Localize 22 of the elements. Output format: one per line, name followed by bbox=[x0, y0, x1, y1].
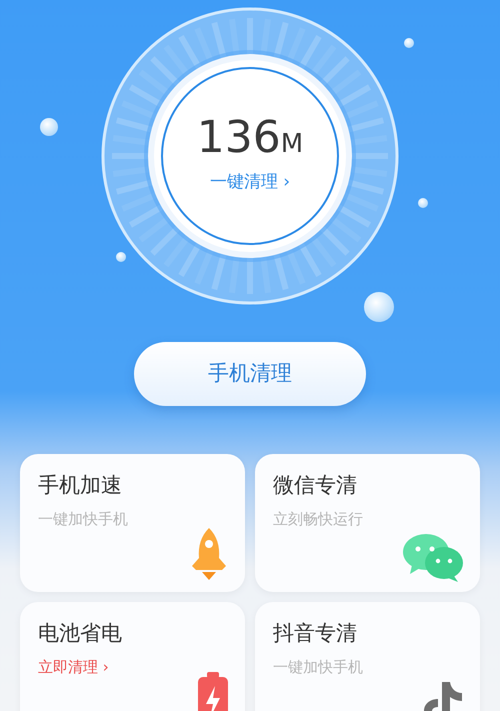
chat-icon bbox=[402, 532, 464, 582]
feature-card[interactable]: 微信专清 立刻畅快运行 bbox=[255, 454, 480, 592]
card-subtitle: 一键加快手机 bbox=[273, 656, 363, 678]
card-subtitle: 一键加快手机 bbox=[38, 508, 128, 530]
feature-card[interactable]: 抖音专清 一键加快手机 bbox=[255, 602, 480, 711]
feature-card[interactable]: 电池省电 立即清理 › bbox=[20, 602, 245, 711]
clean-link[interactable]: 一键清理 › bbox=[210, 170, 290, 196]
feature-card[interactable]: 手机加速 一键加快手机 bbox=[20, 454, 245, 592]
bubble bbox=[364, 292, 394, 322]
bubble bbox=[418, 198, 428, 208]
card-title: 手机加速 bbox=[38, 472, 122, 499]
bubble bbox=[116, 252, 126, 262]
storage-amount: 136M bbox=[196, 116, 304, 160]
clean-button[interactable]: 手机清理 bbox=[134, 342, 366, 406]
bubble bbox=[404, 38, 414, 48]
card-subtitle: 立即清理 › bbox=[38, 656, 109, 678]
card-subtitle: 立刻畅快运行 bbox=[273, 508, 363, 530]
card-title: 微信专清 bbox=[273, 472, 357, 499]
card-title: 抖音专清 bbox=[273, 620, 357, 647]
card-title: 电池省电 bbox=[38, 620, 122, 647]
rocket-icon bbox=[189, 526, 229, 582]
bubble bbox=[40, 118, 58, 136]
